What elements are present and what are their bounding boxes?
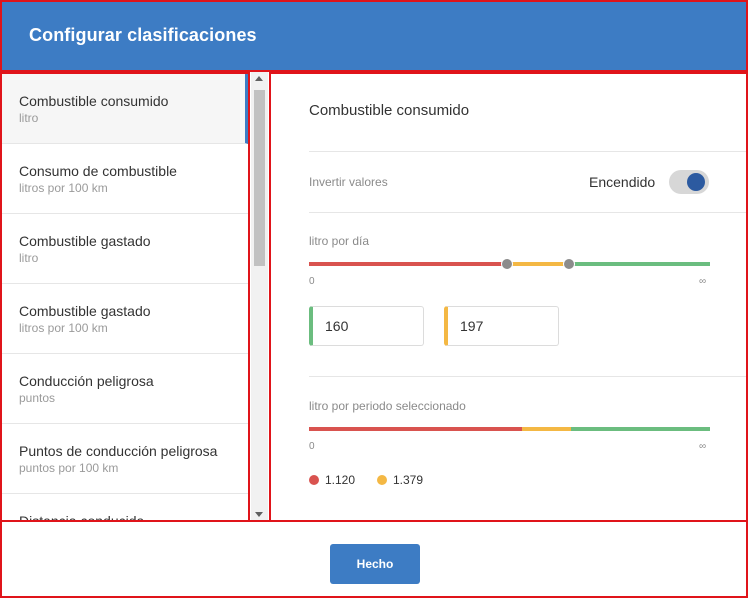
threshold-input-2[interactable]: 197: [444, 306, 559, 346]
metric-item-unit: litro: [19, 251, 39, 265]
panel-title: Combustible consumido: [309, 102, 470, 119]
metric-item-unit: litros por 100 km: [19, 181, 108, 195]
metric-item-name: Combustible gastado: [19, 303, 151, 319]
done-button[interactable]: Hecho: [330, 544, 420, 584]
metric-item-fuel-consumption[interactable]: Consumo de combustible litros por 100 km: [2, 144, 248, 214]
metric-item-dangerous-driving-points[interactable]: Puntos de conducción peligrosa puntos po…: [2, 424, 248, 494]
metric-item-name: Combustible consumido: [19, 93, 169, 109]
range-segment-red: [309, 262, 507, 266]
invert-values-label: Invertir valores: [309, 175, 388, 189]
per-day-range-slider[interactable]: [309, 258, 710, 270]
divider: [309, 212, 746, 213]
legend-yellow-dot: [377, 475, 387, 485]
metric-item-unit: puntos: [19, 391, 56, 405]
metric-item-name: Conducción peligrosa: [19, 373, 154, 389]
metric-item-fuel-spent[interactable]: Combustible gastado litro: [2, 214, 248, 284]
scroll-up-icon[interactable]: [255, 76, 263, 81]
toggle-state-label: Encendido: [589, 174, 656, 190]
legend-red-dot: [309, 475, 319, 485]
divider: [309, 376, 746, 377]
metric-item-fuel-consumed[interactable]: Combustible consumido litro: [2, 74, 248, 144]
threshold-value-2: 197: [460, 318, 484, 334]
range-max-label: ∞: [699, 276, 707, 287]
range-min-label: 0: [309, 276, 315, 287]
scroll-down-icon[interactable]: [255, 512, 263, 517]
metric-item-distance-driven[interactable]: Distancia conducida: [2, 494, 248, 520]
toggle-knob: [687, 173, 705, 191]
per-period-label: litro por periodo seleccionado: [309, 399, 466, 413]
metric-item-name: Combustible gastado: [19, 233, 151, 249]
metric-item-unit: litros por 100 km: [19, 321, 108, 335]
range-segment-green: [569, 262, 710, 266]
range-segment-green: [571, 427, 710, 431]
metric-item-unit: puntos por 100 km: [19, 461, 119, 475]
range-min-label: 0: [309, 441, 315, 452]
per-period-range-bar: [309, 427, 710, 431]
range-max-label: ∞: [699, 441, 707, 452]
metric-list: Combustible consumido litro Consumo de c…: [0, 72, 250, 522]
range-segment-red: [309, 427, 522, 431]
range-segment-yellow: [507, 262, 569, 266]
metric-item-fuel-spent-per-100km[interactable]: Combustible gastado litros por 100 km: [2, 284, 248, 354]
dialog-title: Configurar clasificaciones: [29, 25, 257, 45]
threshold-value-1: 160: [325, 318, 349, 334]
range-handle-low[interactable]: [501, 258, 513, 270]
per-day-label: litro por día: [309, 234, 370, 248]
invert-values-toggle[interactable]: [669, 170, 709, 194]
range-segment-yellow: [522, 427, 571, 431]
dialog-footer: Hecho: [0, 520, 748, 598]
metric-item-unit: litro: [19, 111, 39, 125]
metric-settings-panel: Combustible consumido Invertir valores E…: [269, 72, 748, 522]
dialog-header: Configurar clasificaciones: [0, 0, 748, 72]
scrollbar-thumb[interactable]: [254, 90, 265, 266]
metric-item-name: Consumo de combustible: [19, 163, 177, 179]
legend-yellow-value: 1.379: [393, 473, 424, 487]
metric-item-name: Puntos de conducción peligrosa: [19, 443, 218, 459]
sidebar-scrollbar[interactable]: [251, 72, 268, 522]
divider: [309, 151, 746, 152]
range-handle-high[interactable]: [563, 258, 575, 270]
legend-red-value: 1.120: [325, 473, 356, 487]
threshold-input-1[interactable]: 160: [309, 306, 424, 346]
metric-item-dangerous-driving[interactable]: Conducción peligrosa puntos: [2, 354, 248, 424]
